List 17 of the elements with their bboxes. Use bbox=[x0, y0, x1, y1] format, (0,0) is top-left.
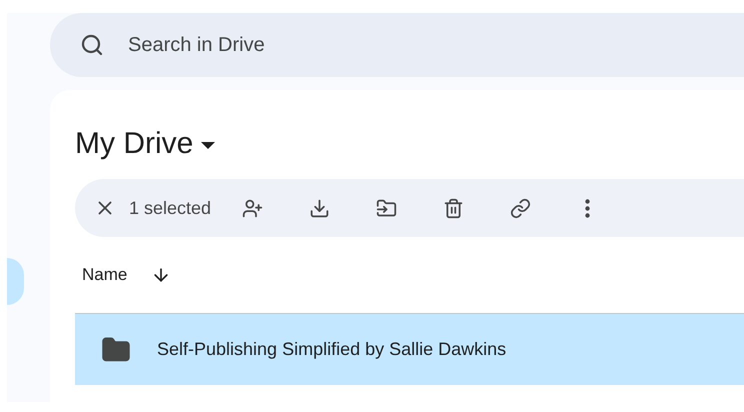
dropdown-caret-icon[interactable] bbox=[201, 142, 216, 150]
more-icon bbox=[584, 198, 590, 218]
left-rail-indicator bbox=[7, 258, 24, 305]
move-to-folder-icon bbox=[376, 198, 397, 218]
trash-icon bbox=[442, 198, 464, 218]
download-icon bbox=[308, 198, 330, 218]
file-row[interactable]: Self-Publishing Simplified by Sallie Dawkins bbox=[75, 313, 744, 385]
column-header[interactable]: Name bbox=[82, 262, 128, 288]
search-input[interactable]: Search in Drive bbox=[128, 30, 528, 60]
search-field[interactable]: Search in Drive bbox=[50, 13, 744, 77]
selection-count: 1 selected bbox=[129, 196, 212, 220]
link-icon bbox=[510, 198, 531, 218]
search-icon bbox=[80, 33, 104, 57]
page-title: My Drive bbox=[75, 126, 194, 162]
add-person-icon bbox=[242, 198, 263, 218]
file-name: Self-Publishing Simplified by Sallie Dawkins bbox=[157, 338, 506, 361]
folder-icon bbox=[101, 334, 131, 364]
